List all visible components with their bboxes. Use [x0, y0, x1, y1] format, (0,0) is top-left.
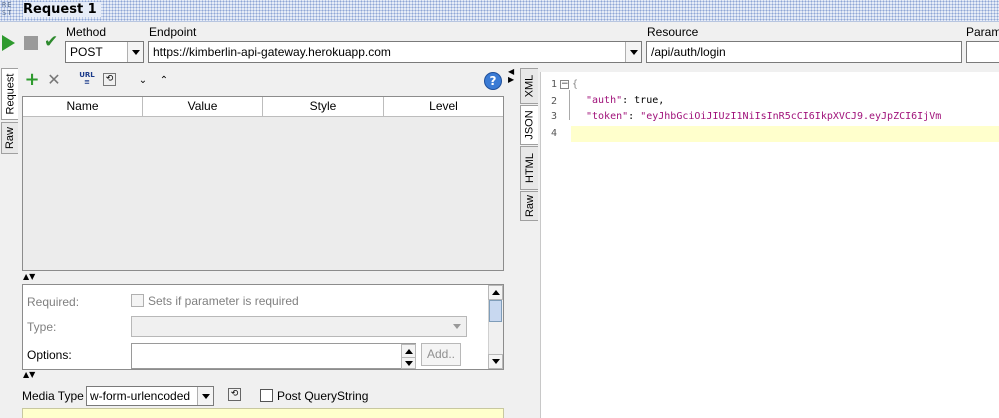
code-line-3: "token": "eyJhbGciOiJIUzI1NiIsInR5cCI6Ik…: [586, 111, 941, 122]
tab-request[interactable]: Request: [1, 68, 18, 120]
chevron-down-icon: [131, 49, 140, 55]
line-number: 2: [551, 96, 558, 107]
chevron-up-icon[interactable]: ⌃: [156, 73, 172, 89]
play-icon[interactable]: [2, 35, 15, 51]
chevron-down-icon: [201, 393, 210, 399]
line-number: 3: [551, 111, 558, 122]
details-scroll-thumb[interactable]: [489, 300, 502, 322]
method-dropdown-button[interactable]: [127, 42, 143, 62]
options-label: Options:: [27, 348, 72, 362]
details-scroll-down[interactable]: [488, 354, 503, 369]
current-line-highlight: [571, 126, 999, 142]
method-value: POST: [70, 45, 103, 59]
json-value: "eyJhbGciOiJIUzI1NiIsInR5cCI6IkpXVCJ9.ey…: [640, 111, 942, 122]
post-querystring-checkbox[interactable]: [260, 389, 273, 402]
add-icon[interactable]: +: [24, 71, 40, 89]
json-response-editor[interactable]: [540, 72, 999, 418]
endpoint-value: https://kimberlin-api-gateway.herokuapp.…: [153, 45, 391, 59]
params-input[interactable]: [966, 41, 999, 63]
tab-json[interactable]: JSON: [520, 105, 538, 145]
required-checkbox-label: Sets if parameter is required: [148, 294, 299, 308]
json-value: : true,: [622, 95, 665, 106]
edit-icon[interactable]: ⟲: [228, 388, 241, 401]
column-header-level[interactable]: Level: [384, 97, 503, 116]
json-separator: :: [628, 111, 641, 122]
line-number: 1: [551, 79, 558, 90]
endpoint-input[interactable]: https://kimberlin-api-gateway.herokuapp.…: [148, 41, 642, 63]
code-line-2: "auth": true,: [586, 95, 664, 106]
media-type-value: w-form-urlencoded: [90, 389, 191, 403]
required-checkbox[interactable]: [131, 294, 144, 307]
params-label: Param: [966, 25, 999, 39]
options-input[interactable]: [131, 343, 416, 369]
splitter-arrows-icon[interactable]: ▲▼: [23, 273, 35, 281]
column-header-style[interactable]: Style: [263, 97, 384, 116]
tab-raw[interactable]: Raw: [1, 122, 18, 154]
help-icon[interactable]: ?: [484, 72, 502, 90]
tab-html[interactable]: HTML: [520, 146, 538, 190]
rest-logo-icon: RE ST: [2, 1, 13, 17]
tab-raw-response[interactable]: Raw: [520, 191, 538, 221]
options-scroll-down[interactable]: [401, 357, 416, 369]
fold-toggle-icon[interactable]: −: [560, 80, 569, 89]
post-querystring-label: Post QueryString: [277, 389, 369, 403]
panel-divider[interactable]: [505, 66, 517, 418]
collapse-arrows-icon[interactable]: ◀ ▶: [508, 68, 514, 84]
delete-icon[interactable]: ✕: [46, 72, 62, 88]
params-table: Name Value Style Level: [22, 96, 504, 271]
type-label: Type:: [27, 320, 57, 334]
json-key: "token": [586, 111, 629, 122]
column-header-name[interactable]: Name: [23, 97, 143, 116]
stop-icon[interactable]: [24, 36, 38, 50]
check-icon[interactable]: ✔: [44, 33, 62, 51]
chevron-down-icon: [629, 49, 638, 55]
endpoint-dropdown-button[interactable]: [625, 42, 641, 62]
type-select[interactable]: [131, 316, 467, 337]
fold-guide: [569, 90, 570, 120]
media-type-label: Media Type: [22, 389, 84, 403]
line-number: 4: [551, 128, 558, 139]
required-label: Required:: [27, 295, 80, 309]
splitter-arrows-icon[interactable]: ▲▼: [23, 371, 35, 379]
title-bar: [0, 0, 999, 22]
url-encode-icon[interactable]: URL ≡: [79, 72, 95, 88]
details-scroll-up[interactable]: [488, 285, 503, 300]
add-option-button[interactable]: Add..: [421, 343, 461, 366]
media-type-select[interactable]: w-form-urlencoded: [86, 386, 214, 406]
chevron-down-icon: [453, 324, 461, 329]
edit-icon[interactable]: ⟲: [103, 73, 116, 86]
media-type-dropdown-button[interactable]: [197, 387, 213, 405]
chevron-down-icon[interactable]: ⌄: [135, 73, 151, 89]
resource-input[interactable]: /api/auth/login: [646, 41, 962, 63]
resource-label: Resource: [647, 25, 699, 39]
endpoint-label: Endpoint: [149, 25, 197, 39]
window-title: Request 1: [23, 2, 101, 17]
code-line-1: {: [572, 79, 579, 90]
request-body-editor[interactable]: [22, 408, 504, 418]
column-header-value[interactable]: Value: [143, 97, 263, 116]
resource-value: /api/auth/login: [651, 45, 726, 59]
json-key: "auth": [586, 95, 623, 106]
method-label: Method: [66, 25, 107, 39]
tab-xml[interactable]: XML: [520, 68, 538, 104]
